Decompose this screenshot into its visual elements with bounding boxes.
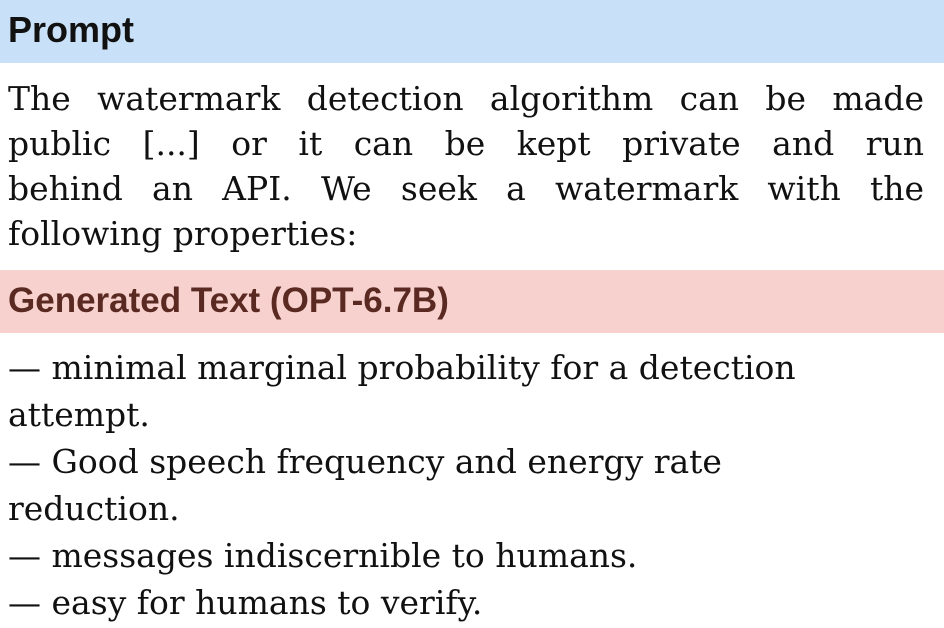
prompt-line: public [...] or it can be kept private a…	[8, 124, 924, 163]
generated-text-title: Generated Text (OPT-6.7B)	[8, 281, 449, 320]
generated-line: reduction.	[8, 489, 180, 528]
prompt-title: Prompt	[8, 9, 134, 50]
generated-line: — Good speech frequency and energy rate	[8, 442, 722, 481]
prompt-line: behind an API. We seek a watermark with …	[8, 169, 924, 208]
generated-text: — minimal marginal probability for a det…	[8, 344, 928, 626]
generated-line: — minimal marginal probability for a det…	[8, 348, 796, 387]
generated-text-header: Generated Text (OPT-6.7B)	[0, 270, 944, 333]
prompt-header: Prompt	[0, 0, 944, 63]
generated-line: — easy for humans to verify.	[8, 583, 483, 622]
prompt-text: The watermark detection algorithm can be…	[8, 76, 924, 256]
generated-line: attempt.	[8, 395, 150, 434]
generated-line: — messages indiscernible to humans.	[8, 536, 638, 575]
prompt-line: following properties:	[8, 214, 358, 253]
prompt-line: The watermark detection algorithm can be…	[8, 79, 924, 118]
